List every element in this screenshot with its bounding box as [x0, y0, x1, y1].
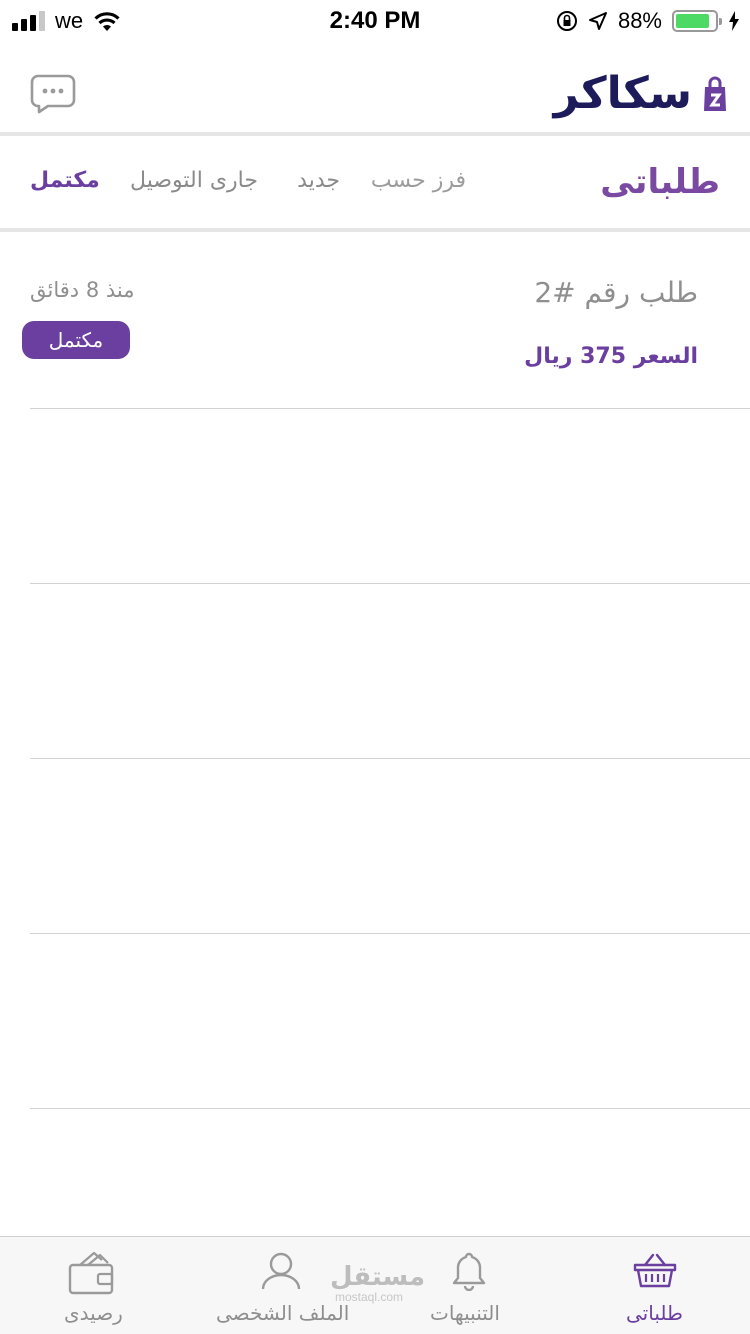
charging-bolt-icon: [729, 11, 739, 31]
basket-icon: [633, 1253, 677, 1288]
battery-percent: 88%: [617, 8, 662, 33]
watermark-logo: مستقل: [330, 1262, 426, 1292]
tabbar-label-profile: الملف الشخصى: [216, 1301, 350, 1325]
tabbar-label-orders: طلباتى: [626, 1301, 683, 1325]
shopping-bag-logo-icon: [704, 76, 726, 111]
empty-row: [30, 759, 750, 934]
orders-list: طلب رقم #2 السعر 375 ريال منذ 8 دقائق مك…: [0, 236, 750, 1109]
order-time: منذ 8 دقائق: [30, 278, 135, 302]
watermark-url: mostaql.com: [335, 1290, 404, 1304]
logo-text: سكاكر: [553, 68, 692, 119]
orientation-lock-icon: [556, 11, 577, 31]
order-title: طلب رقم #2: [534, 276, 698, 309]
status-right: 88%: [556, 8, 740, 34]
empty-row: [30, 409, 750, 584]
battery-fill: [676, 14, 710, 28]
status-bar: we 2:40 PM 88%: [0, 0, 750, 40]
empty-row: [30, 934, 750, 1109]
user-icon: [261, 1252, 301, 1290]
sort-label: فرز حسب: [370, 168, 466, 193]
order-row[interactable]: طلب رقم #2 السعر 375 ريال منذ 8 دقائق مك…: [22, 236, 750, 409]
order-price: السعر 375 ريال: [524, 344, 698, 369]
tabbar-item-notifications[interactable]: التنبيهات: [420, 1237, 520, 1334]
tab-delivering[interactable]: جارى التوصيل: [130, 168, 258, 193]
tabbar-label-notifications: التنبيهات: [430, 1301, 500, 1325]
order-status-badge: مكتمل: [22, 321, 130, 359]
tabbar-item-balance[interactable]: رصيدى: [50, 1237, 140, 1334]
chat-button[interactable]: [30, 74, 76, 114]
location-arrow-icon: [588, 12, 607, 30]
chat-bubble-icon: [30, 74, 76, 114]
tabbar-item-orders[interactable]: طلباتى: [600, 1237, 710, 1334]
app-logo: سكاكر: [554, 68, 728, 119]
wallet-icon: [68, 1251, 114, 1295]
bell-icon: [452, 1252, 486, 1291]
tabbar-label-balance: رصيدى: [64, 1301, 123, 1325]
page-title: طلباتى: [600, 162, 720, 202]
empty-row: [30, 584, 750, 759]
filter-bar: طلباتى فرز حسب جديد جارى التوصيل مكتمل: [0, 136, 750, 232]
tab-completed[interactable]: مكتمل: [30, 168, 100, 193]
tab-new[interactable]: جديد: [297, 168, 340, 193]
battery-icon: [672, 10, 722, 32]
app-header: سكاكر: [0, 40, 750, 136]
